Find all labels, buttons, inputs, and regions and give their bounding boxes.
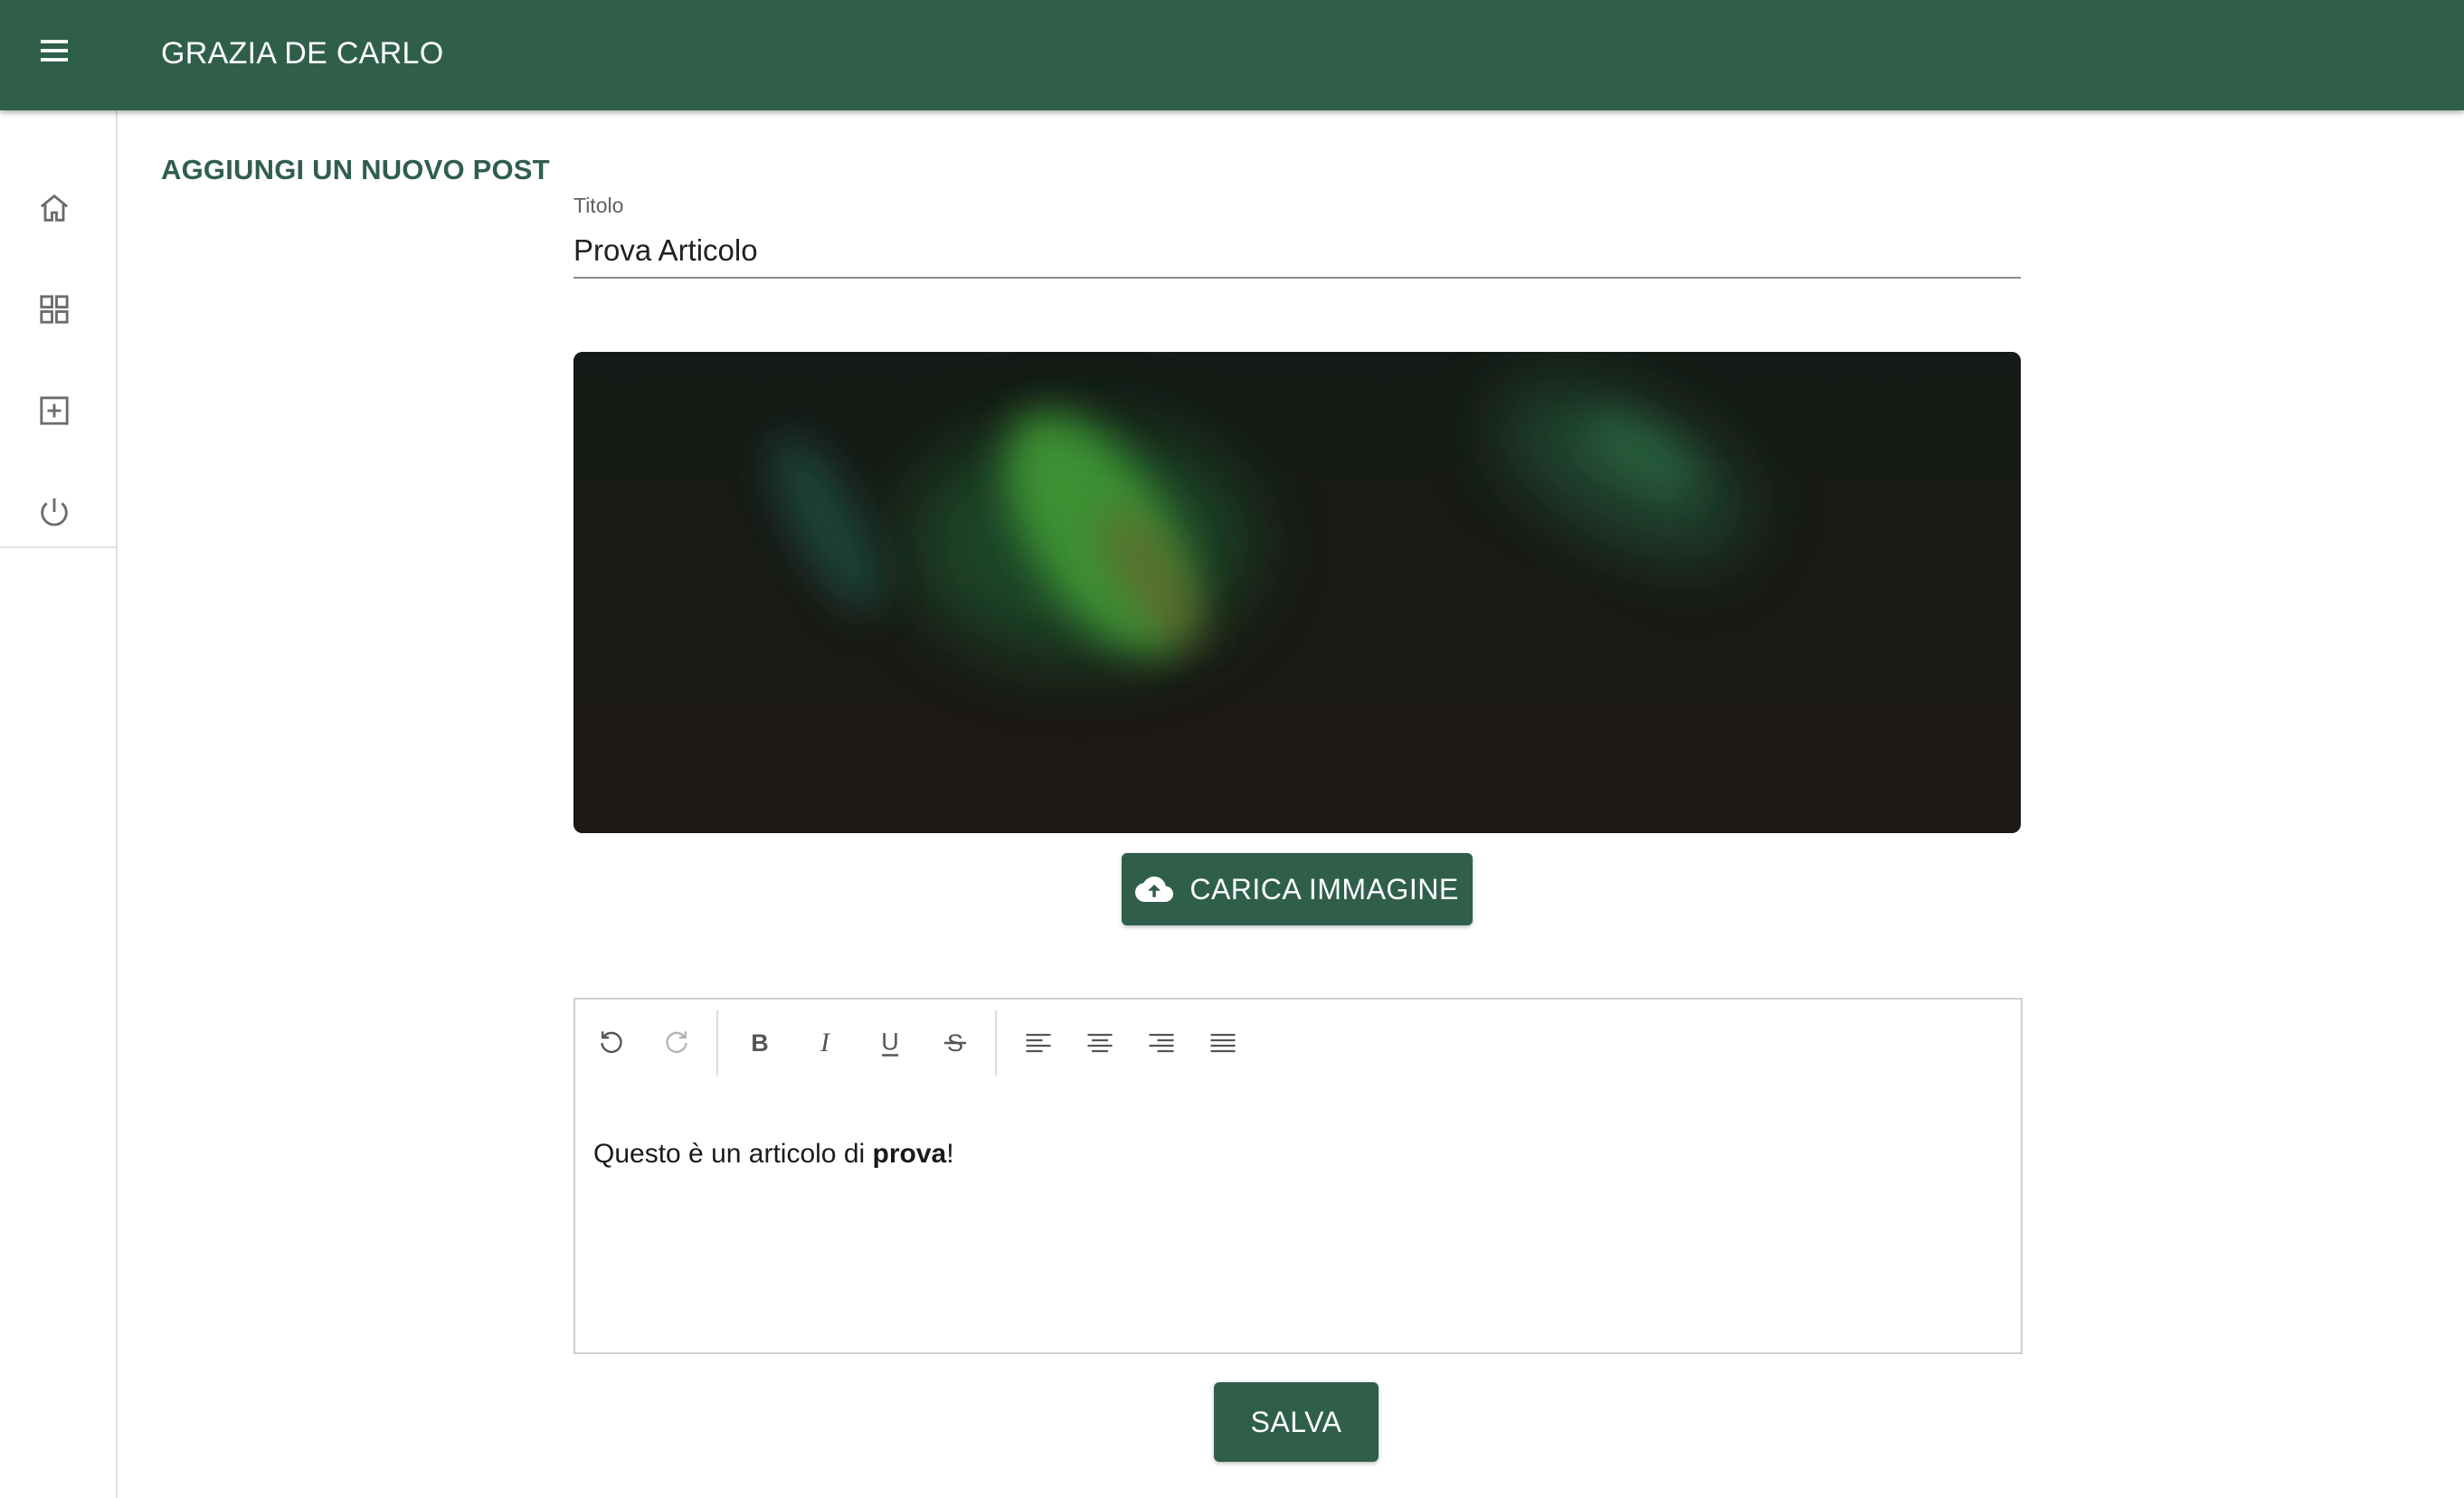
- editor-text-end: !: [946, 1139, 954, 1169]
- top-app-bar: GRAZIA DE CARLO: [0, 0, 2464, 110]
- sidebar-item-dashboard[interactable]: [22, 277, 87, 342]
- align-center-button[interactable]: [1076, 1019, 1123, 1067]
- menu-button[interactable]: [25, 22, 83, 80]
- toolbar-separator: [716, 1010, 718, 1076]
- app-title: GRAZIA DE CARLO: [161, 36, 444, 71]
- upload-image-button[interactable]: CARICA IMMAGINE: [1122, 853, 1473, 925]
- italic-button[interactable]: I: [801, 1019, 848, 1067]
- toolbar-separator: [995, 1010, 997, 1076]
- editor-content[interactable]: Questo è un articolo di prova!: [593, 1139, 954, 1170]
- undo-icon: [601, 1031, 622, 1054]
- title-field-label: Titolo: [573, 194, 624, 217]
- undo-button[interactable]: [588, 1019, 635, 1067]
- cloud-upload-icon: [1135, 877, 1174, 902]
- grid-icon: [40, 295, 69, 324]
- svg-text:I: I: [820, 1028, 831, 1057]
- editor-text: Questo è un articolo di: [593, 1139, 873, 1169]
- home-icon: [40, 194, 69, 222]
- title-field[interactable]: [573, 224, 2021, 279]
- sidebar-item-add-post[interactable]: [22, 378, 87, 443]
- redo-icon: [666, 1031, 687, 1054]
- page-title: AGGIUNGI UN NUOVO POST: [161, 154, 550, 185]
- editor-bold-text: prova: [872, 1139, 947, 1169]
- add-box-icon: [40, 396, 69, 425]
- cover-image: [573, 352, 2021, 833]
- sidebar-divider: [0, 546, 116, 548]
- bold-icon: B: [751, 1029, 769, 1057]
- save-button[interactable]: SALVA: [1214, 1382, 1379, 1462]
- align-right-icon: [1149, 1033, 1174, 1053]
- rich-text-editor: B I U S Questo è un articolo di prova!: [573, 998, 2023, 1354]
- align-right-button[interactable]: [1138, 1019, 1185, 1067]
- strikethrough-icon: S: [944, 1029, 966, 1057]
- align-left-icon: [1026, 1033, 1051, 1053]
- menu-icon: [41, 40, 68, 62]
- sidebar: [0, 110, 118, 1498]
- align-left-button[interactable]: [1015, 1019, 1062, 1067]
- underline-button[interactable]: U: [867, 1019, 914, 1067]
- bold-button[interactable]: B: [736, 1019, 783, 1067]
- svg-text:B: B: [751, 1029, 769, 1057]
- power-icon: [41, 498, 68, 526]
- upload-image-label: CARICA IMMAGINE: [1189, 872, 1459, 905]
- align-justify-button[interactable]: [1199, 1019, 1246, 1067]
- editor-toolbar: B I U S: [575, 1000, 2021, 1086]
- sidebar-item-home[interactable]: [22, 175, 87, 241]
- italic-icon: I: [820, 1028, 831, 1057]
- align-justify-icon: [1210, 1033, 1236, 1053]
- align-center-icon: [1087, 1033, 1113, 1053]
- strikethrough-button[interactable]: S: [932, 1019, 979, 1067]
- svg-text:U: U: [881, 1029, 899, 1056]
- redo-button[interactable]: [653, 1019, 700, 1067]
- sidebar-item-logout[interactable]: [22, 479, 87, 545]
- underline-icon: U: [881, 1029, 899, 1057]
